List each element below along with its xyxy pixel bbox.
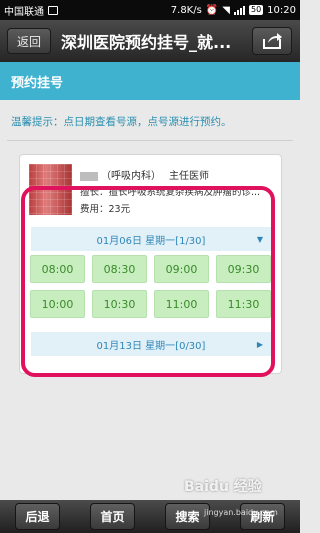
- network-speed: 7.8K/s: [170, 4, 202, 16]
- back-button[interactable]: 返回: [7, 28, 51, 54]
- status-bar: 中国联通 7.8K/s ⏰ ◥ 50 10:20: [0, 0, 300, 20]
- page-title: 深圳医院预约挂号_就...: [61, 33, 232, 52]
- home-button[interactable]: 首页: [90, 503, 135, 530]
- doctor-name-row: （呼吸内科） 主任医师: [80, 167, 209, 182]
- alarm-icon: ⏰: [205, 4, 219, 16]
- signal-icon: [233, 5, 245, 15]
- search-button[interactable]: 搜索: [165, 503, 210, 530]
- battery-icon: 50: [248, 5, 264, 15]
- clock: 10:20: [267, 4, 296, 16]
- carrier-label: 中国联通: [4, 6, 44, 18]
- back-nav-button[interactable]: 后退: [15, 503, 60, 530]
- doctor-dept: （呼吸内科）: [101, 171, 161, 182]
- title-bar: 返回 深圳医院预约挂号_就...: [0, 20, 300, 62]
- share-icon: [263, 33, 282, 49]
- wifi-icon: ◥: [222, 4, 230, 16]
- watermark-url: jingyan.baidu.com: [204, 508, 278, 517]
- doctor-title: 主任医师: [169, 171, 209, 182]
- tip-text: 温馨提示：点日期查看号源，点号源进行预约。: [11, 116, 232, 128]
- divider: [7, 140, 293, 141]
- highlight-annotation: [21, 186, 275, 377]
- image-notification-icon: [48, 5, 58, 15]
- status-right: 7.8K/s ⏰ ◥ 50 10:20: [171, 5, 296, 16]
- section-header: 预约挂号: [0, 62, 300, 100]
- baidu-watermark: Baidu 经验: [184, 479, 262, 495]
- share-button[interactable]: [252, 27, 292, 55]
- blurred-name: [80, 171, 98, 181]
